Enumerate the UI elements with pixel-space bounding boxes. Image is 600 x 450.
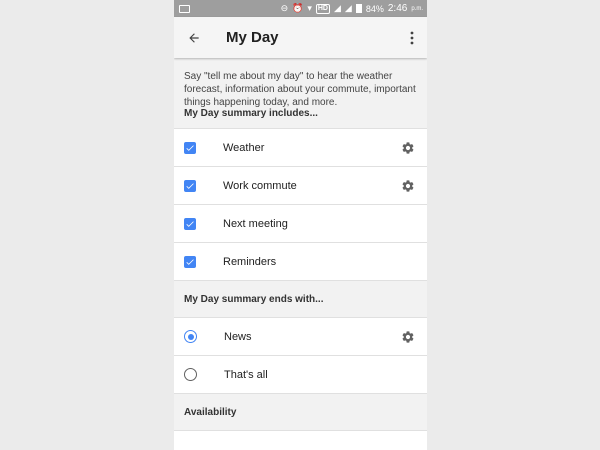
list-item-label: News	[224, 330, 252, 343]
clock-time: 2:46	[387, 3, 408, 14]
list-item-next-meeting[interactable]: Next meeting	[174, 205, 427, 243]
signal-2-icon: ◢	[344, 3, 352, 13]
status-bar: ⊖ ⏰ ▾ HD ◢ ◢ 84% 2:46 p.m.	[174, 0, 427, 17]
ends-with-list: News That's all	[174, 317, 427, 394]
dnd-icon: ⊖	[280, 3, 289, 13]
list-item-label: Reminders	[223, 255, 277, 268]
list-item-label: Work commute	[223, 179, 297, 192]
includes-heading: My Day summary includes...	[184, 108, 318, 119]
reminders-checkbox[interactable]	[184, 255, 196, 268]
description-text: Say "tell me about my day" to hear the w…	[184, 71, 416, 108]
news-radio[interactable]	[184, 330, 197, 343]
status-right-icons: ⊖ ⏰ ▾ HD ◢ ◢ 84% 2:46 p.m.	[281, 3, 423, 14]
list-item-label: Weather	[223, 141, 265, 154]
gear-icon[interactable]	[401, 330, 415, 344]
alarm-icon: ⏰	[292, 3, 304, 13]
page-title: My Day	[226, 29, 279, 46]
availability-heading: Availability	[184, 406, 237, 418]
work-commute-checkbox[interactable]	[184, 179, 196, 192]
status-left-icons	[179, 4, 190, 13]
weather-checkbox[interactable]	[184, 141, 196, 154]
next-meeting-checkbox[interactable]	[184, 217, 196, 230]
list-item-reminders[interactable]: Reminders	[174, 243, 427, 281]
gear-icon[interactable]	[401, 141, 415, 155]
gear-icon[interactable]	[401, 179, 415, 193]
availability-list	[174, 430, 427, 450]
wifi-icon: ▾	[307, 3, 312, 13]
list-item-thats-all[interactable]: That's all	[174, 356, 427, 394]
list-item-label: That's all	[224, 368, 268, 381]
list-item-label: Next meeting	[223, 217, 288, 230]
more-vert-icon[interactable]	[407, 31, 417, 45]
list-item-news[interactable]: News	[174, 318, 427, 356]
thats-all-radio[interactable]	[184, 368, 197, 381]
battery-icon	[355, 4, 362, 13]
phone-screen: ⊖ ⏰ ▾ HD ◢ ◢ 84% 2:46 p.m. My Day Say "t…	[174, 0, 427, 450]
back-arrow-icon[interactable]	[186, 30, 202, 46]
battery-percent: 84%	[365, 3, 384, 14]
app-bar: My Day	[174, 17, 427, 58]
includes-list: Weather Work commute Next meeting Remind…	[174, 128, 427, 281]
gallery-notification-icon	[179, 4, 190, 13]
ends-with-heading: My Day summary ends with...	[184, 293, 324, 305]
list-item-weather[interactable]: Weather	[174, 129, 427, 167]
clock-ampm: p.m.	[411, 5, 423, 12]
signal-icon: ◢	[334, 3, 341, 13]
list-item-work-commute[interactable]: Work commute	[174, 167, 427, 205]
hd-voice-icon: HD	[315, 3, 330, 14]
